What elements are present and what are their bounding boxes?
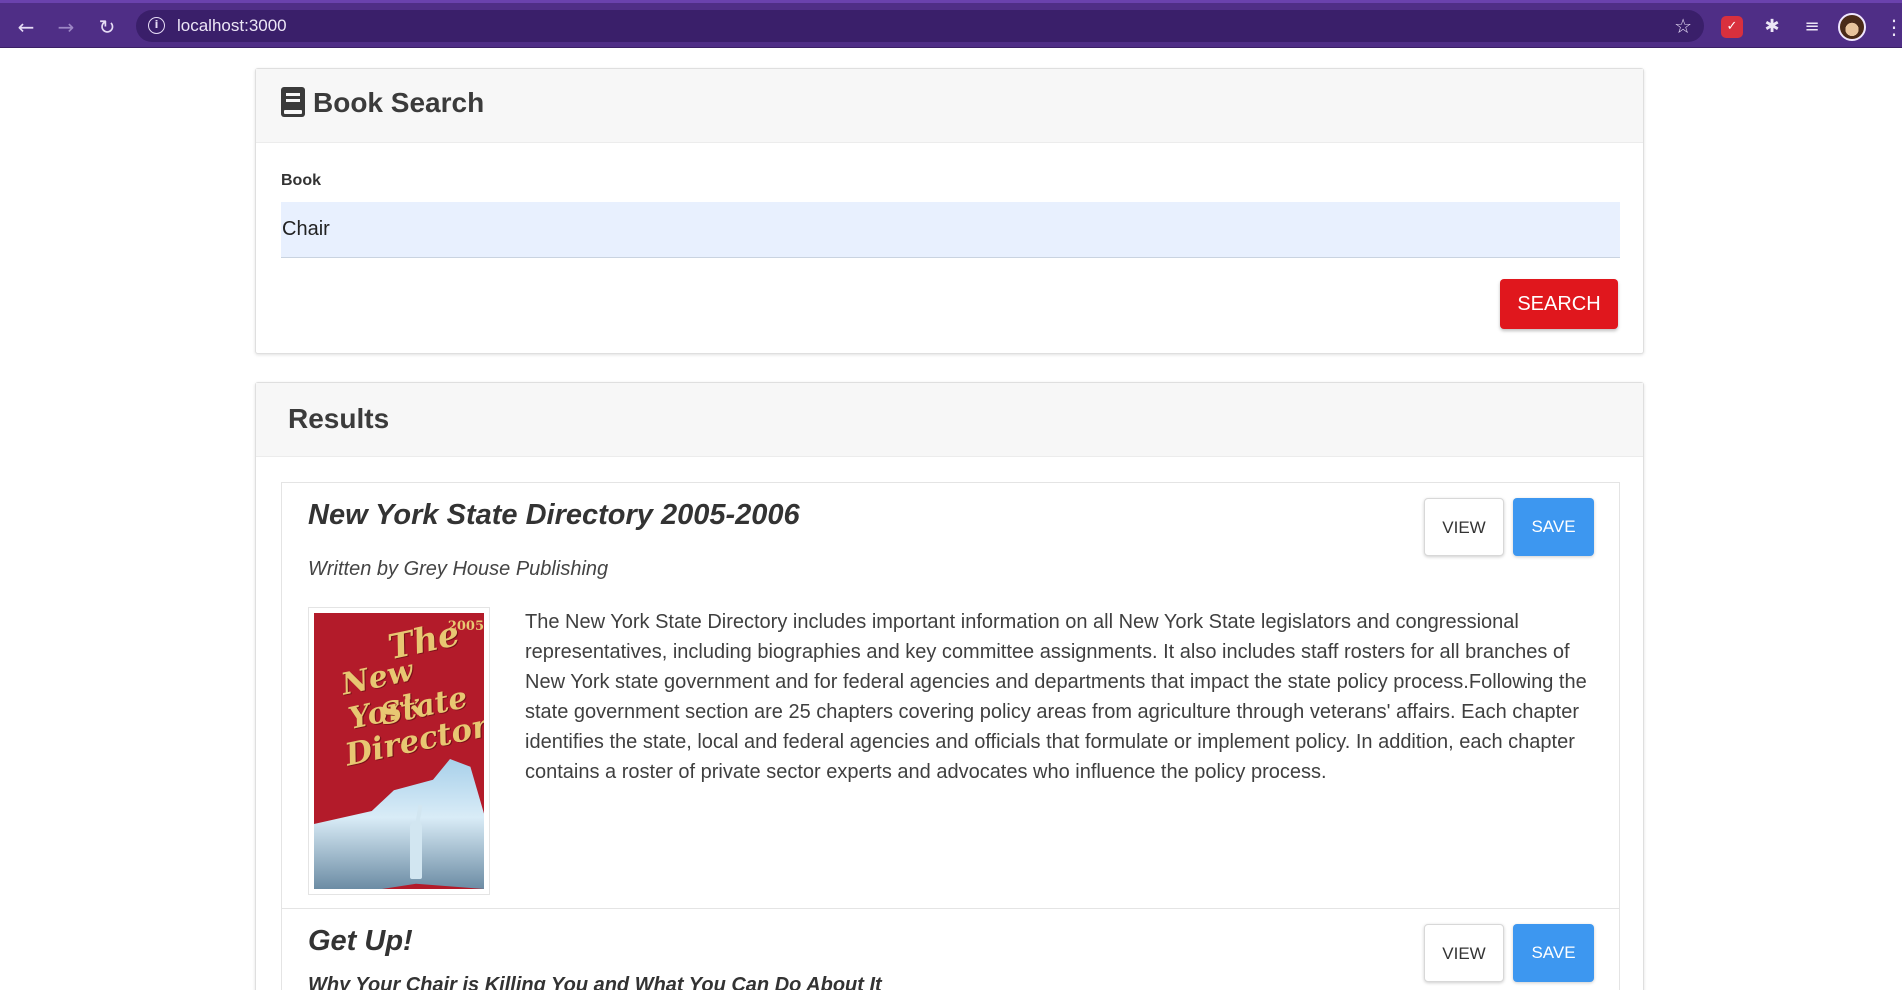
cover-state-map [314, 759, 484, 889]
book-subtitle: Why Your Chair is Killing You and What Y… [308, 974, 882, 990]
book-description: The New York State Directory includes im… [525, 611, 1587, 783]
book-search-input[interactable] [281, 202, 1620, 258]
results-card: Results New York State Directory 2005-20… [255, 382, 1644, 990]
result-item: New York State Directory 2005-2006 VIEW … [281, 482, 1620, 909]
site-info-icon[interactable]: i [148, 17, 165, 34]
book-icon [281, 87, 305, 117]
profile-avatar[interactable] [1838, 13, 1866, 41]
results-header: Results [256, 383, 1643, 457]
browser-toolbar: ← → ↻ i localhost:3000 ☆ ✓ ✱ ≡ ⋮ [0, 0, 1902, 48]
book-field-label: Book [281, 172, 321, 189]
save-button[interactable]: SAVE [1513, 924, 1594, 982]
book-cover-art: 2005 The New York State Directory [314, 613, 484, 889]
book-search-card: Book Search Book SEARCH [255, 68, 1644, 354]
book-author: Written by Grey House Publishing [308, 558, 609, 580]
reload-icon[interactable]: ↻ [95, 15, 119, 39]
result-item: Get Up! VIEW SAVE Why Your Chair is Kill… [281, 908, 1620, 990]
book-cover-image: 2005 The New York State Directory [308, 607, 490, 895]
forward-arrow-icon[interactable]: → [54, 15, 78, 39]
search-button[interactable]: SEARCH [1500, 279, 1618, 329]
statue-of-liberty-graphic [410, 821, 422, 879]
browser-menu-icon[interactable]: ⋮ [1884, 15, 1902, 39]
extensions-puzzle-icon[interactable]: ✱ [1760, 15, 1784, 39]
bookmark-star-icon[interactable]: ☆ [1674, 14, 1692, 38]
address-bar[interactable]: i localhost:3000 ☆ [136, 10, 1704, 42]
results-title: Results [288, 403, 390, 434]
back-arrow-icon[interactable]: ← [14, 15, 38, 39]
media-queue-icon[interactable]: ≡ [1800, 15, 1824, 39]
book-title: New York State Directory 2005-2006 [308, 499, 800, 531]
pocket-extension-icon[interactable]: ✓ [1721, 16, 1743, 38]
book-search-title: Book Search [313, 87, 485, 118]
book-title: Get Up! [308, 925, 413, 957]
view-button[interactable]: VIEW [1424, 924, 1504, 982]
address-bar-url[interactable]: localhost:3000 [177, 17, 287, 35]
save-button[interactable]: SAVE [1513, 498, 1594, 556]
view-button[interactable]: VIEW [1424, 498, 1504, 556]
book-search-header: Book Search [256, 69, 1643, 143]
